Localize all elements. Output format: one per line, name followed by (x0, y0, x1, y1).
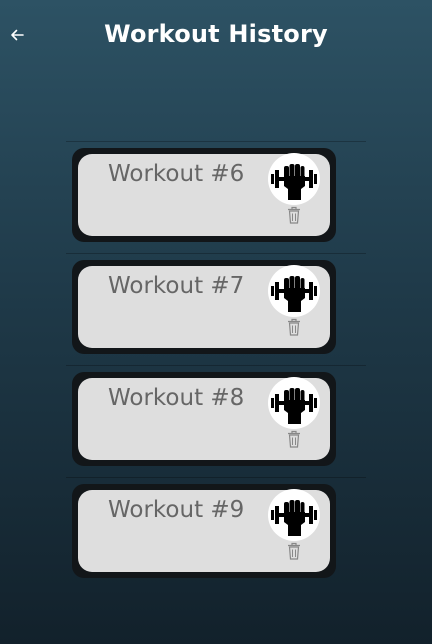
list-divider (66, 365, 366, 366)
dumbbell-fist-icon (268, 489, 320, 541)
workout-list: Workout #6 Workout #7 Workout #8 Workout… (0, 0, 432, 644)
list-divider (66, 141, 366, 142)
delete-button[interactable] (285, 204, 303, 226)
trash-icon (288, 206, 300, 224)
card-body: Workout #7 (78, 265, 330, 348)
card-body: Workout #6 (78, 153, 330, 236)
list-divider (66, 253, 366, 254)
delete-button[interactable] (285, 316, 303, 338)
dumbbell-fist-icon (268, 153, 320, 205)
delete-button[interactable] (285, 540, 303, 562)
workout-card[interactable]: Workout #7 (72, 260, 336, 354)
card-body: Workout #9 (78, 489, 330, 572)
trash-icon (288, 542, 300, 560)
workout-title: Workout #6 (108, 161, 245, 187)
list-divider (66, 477, 366, 478)
workout-card[interactable]: Workout #6 (72, 148, 336, 242)
workout-card[interactable]: Workout #9 (72, 484, 336, 578)
delete-button[interactable] (285, 428, 303, 450)
workout-title: Workout #8 (108, 385, 245, 411)
dumbbell-fist-icon (268, 377, 320, 429)
card-body: Workout #8 (78, 377, 330, 460)
workout-card[interactable]: Workout #8 (72, 372, 336, 466)
dumbbell-fist-icon (268, 265, 320, 317)
workout-title: Workout #9 (108, 497, 245, 523)
trash-icon (288, 430, 300, 448)
trash-icon (288, 318, 300, 336)
workout-title: Workout #7 (108, 273, 245, 299)
